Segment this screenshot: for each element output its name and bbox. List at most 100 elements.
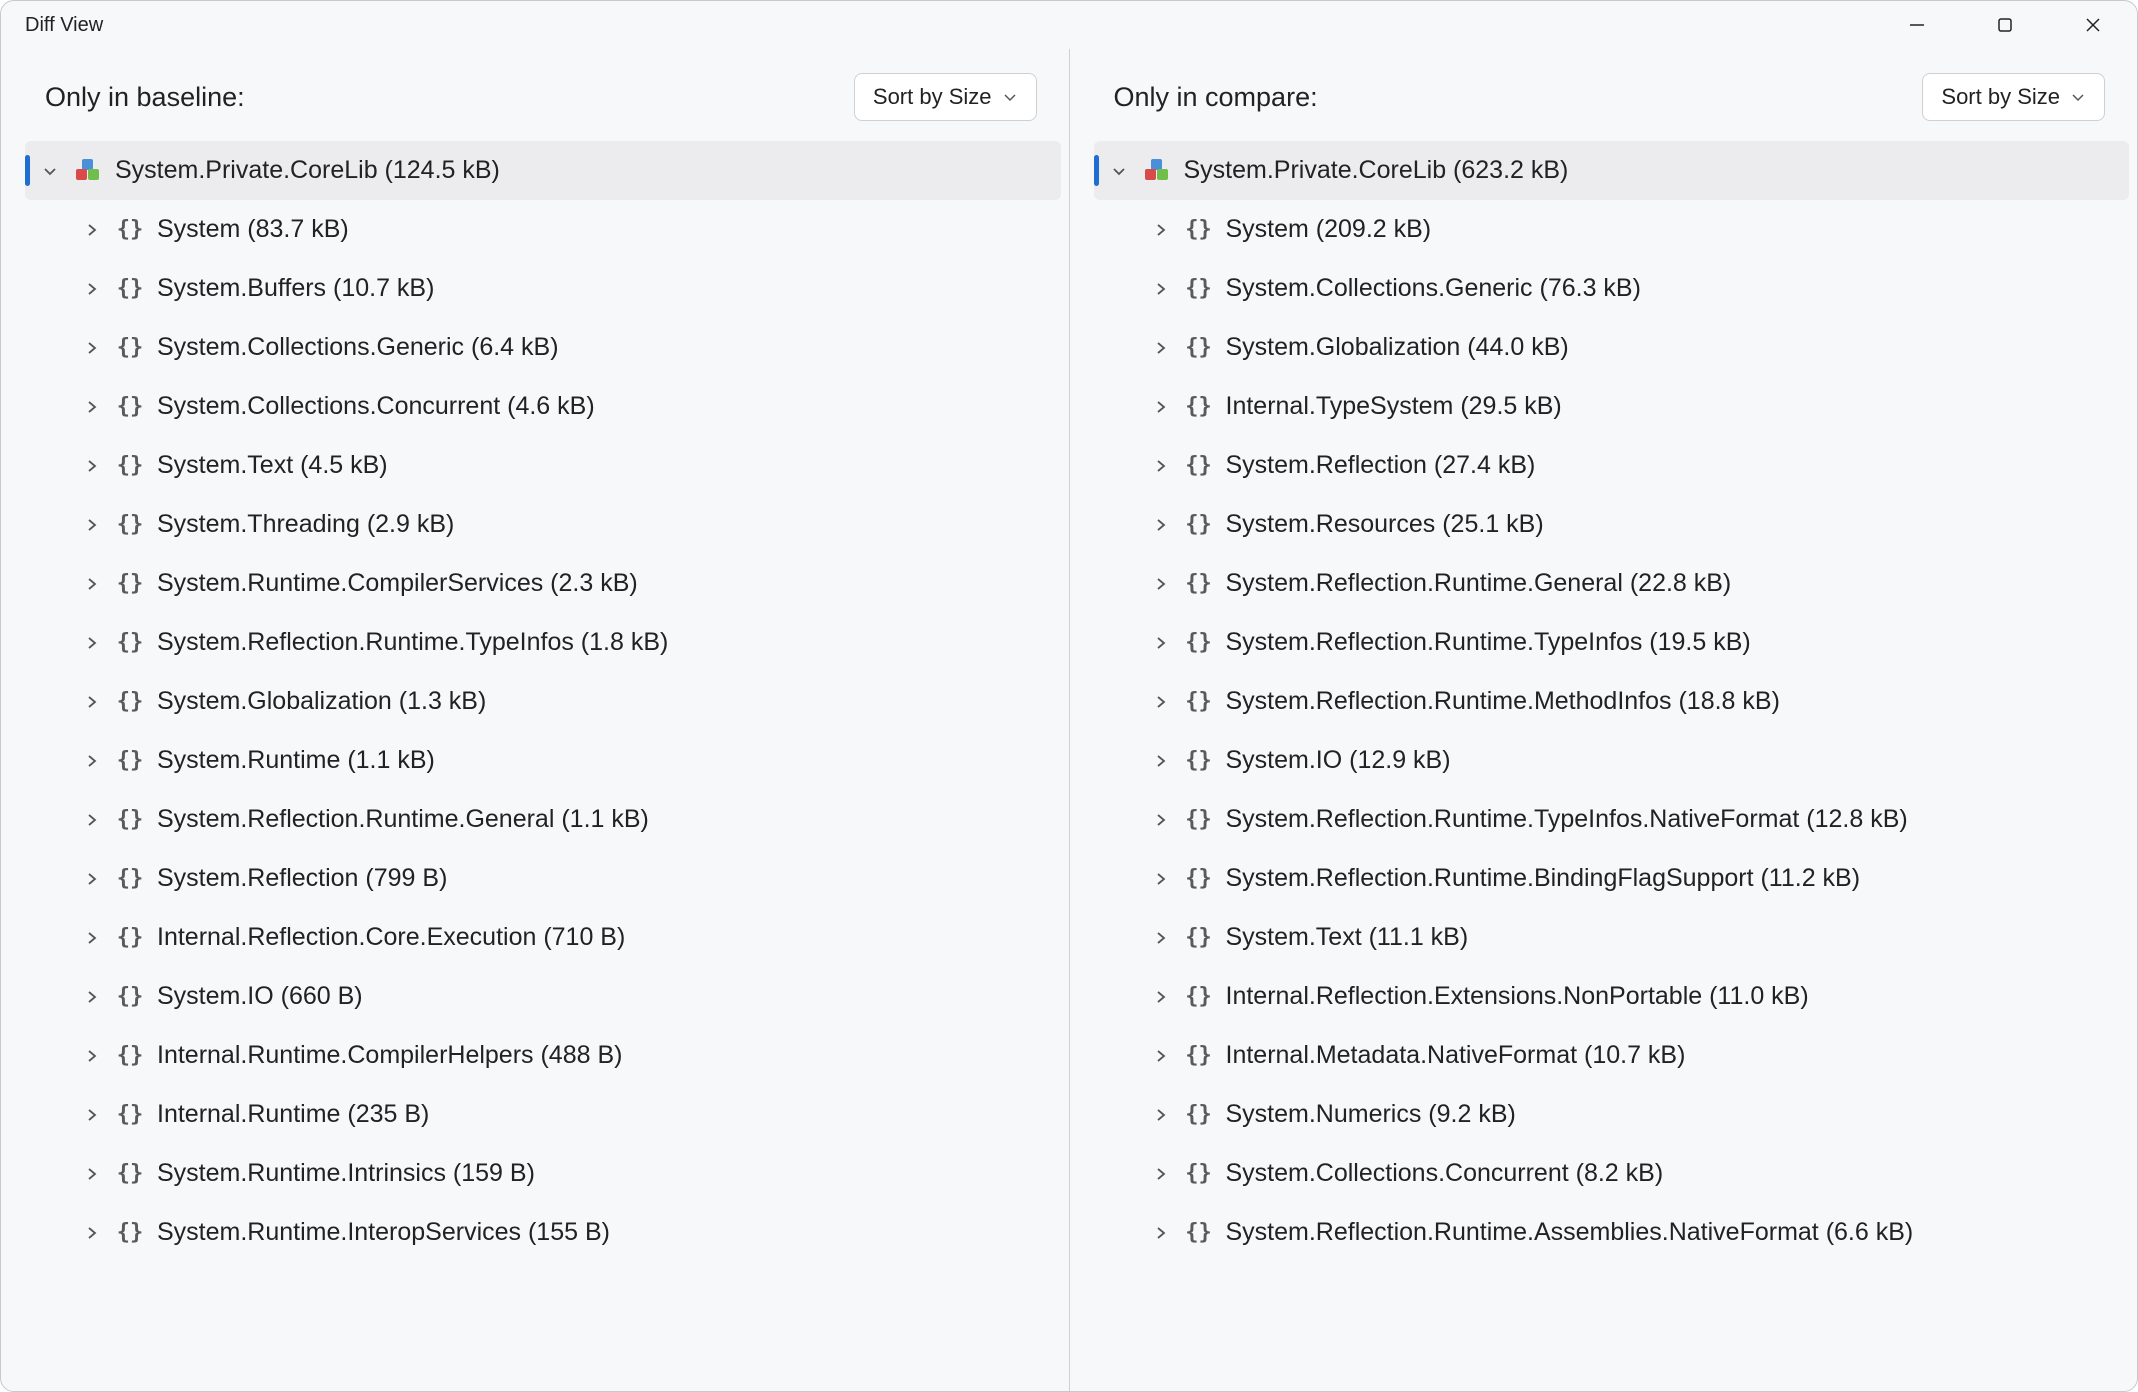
tree-row[interactable]: {}System.Reflection (27.4 kB) (1094, 436, 2130, 495)
chevron-right-icon[interactable] (1148, 634, 1174, 652)
sort-button-baseline[interactable]: Sort by Size (854, 73, 1037, 121)
chevron-right-icon[interactable] (1148, 811, 1174, 829)
tree-root-row[interactable]: System.Private.CoreLib (623.2 kB) (1094, 141, 2130, 200)
chevron-right-icon[interactable] (1148, 1165, 1174, 1183)
tree-row[interactable]: {}System.Collections.Generic (76.3 kB) (1094, 259, 2130, 318)
tree-row[interactable]: {}System.IO (12.9 kB) (1094, 731, 2130, 790)
namespace-icon: {} (115, 335, 145, 360)
tree-row[interactable]: {}System.Reflection (799 B) (25, 849, 1061, 908)
chevron-right-icon[interactable] (79, 575, 105, 593)
chevron-right-icon[interactable] (1148, 339, 1174, 357)
tree-row-label: System.Reflection.Runtime.MethodInfos (1… (1226, 687, 1780, 716)
chevron-right-icon[interactable] (1148, 457, 1174, 475)
chevron-right-icon[interactable] (79, 693, 105, 711)
tree-row-label: System.Collections.Concurrent (4.6 kB) (157, 392, 595, 421)
tree-row[interactable]: {}System.Globalization (44.0 kB) (1094, 318, 2130, 377)
tree-row[interactable]: {}Internal.Reflection.Extensions.NonPort… (1094, 967, 2130, 1026)
maximize-button[interactable] (1961, 1, 2049, 49)
tree-row[interactable]: {}System (83.7 kB) (25, 200, 1061, 259)
app-window: Diff View Only in baseline: Sort by Size (0, 0, 2138, 1392)
tree-row[interactable]: {}System.Collections.Generic (6.4 kB) (25, 318, 1061, 377)
chevron-right-icon[interactable] (79, 1106, 105, 1124)
chevron-right-icon[interactable] (1148, 752, 1174, 770)
namespace-icon: {} (115, 630, 145, 655)
tree-row[interactable]: {}Internal.Reflection.Core.Execution (71… (25, 908, 1061, 967)
chevron-right-icon[interactable] (79, 280, 105, 298)
tree-row-label: System.Resources (25.1 kB) (1226, 510, 1544, 539)
namespace-icon: {} (1184, 984, 1214, 1009)
chevron-right-icon[interactable] (1148, 693, 1174, 711)
tree-row[interactable]: {}System.Reflection.Runtime.Assemblies.N… (1094, 1203, 2130, 1262)
tree-row[interactable]: {}System.Runtime.InteropServices (155 B) (25, 1203, 1061, 1262)
namespace-icon: {} (115, 512, 145, 537)
chevron-right-icon[interactable] (1148, 221, 1174, 239)
close-button[interactable] (2049, 1, 2137, 49)
tree-row[interactable]: {}System.Numerics (9.2 kB) (1094, 1085, 2130, 1144)
namespace-icon: {} (115, 984, 145, 1009)
tree-row[interactable]: {}System.Runtime.CompilerServices (2.3 k… (25, 554, 1061, 613)
namespace-icon: {} (115, 276, 145, 301)
chevron-down-icon[interactable] (37, 162, 63, 180)
minimize-button[interactable] (1873, 1, 1961, 49)
tree-row[interactable]: {}System.Reflection.Runtime.TypeInfos.Na… (1094, 790, 2130, 849)
tree-row[interactable]: {}System.Reflection.Runtime.TypeInfos (1… (1094, 613, 2130, 672)
tree-row[interactable]: {}Internal.Runtime (235 B) (25, 1085, 1061, 1144)
tree-row[interactable]: {}System.Text (4.5 kB) (25, 436, 1061, 495)
tree-row[interactable]: {}System.Reflection.Runtime.General (1.1… (25, 790, 1061, 849)
tree-root-row[interactable]: System.Private.CoreLib (124.5 kB) (25, 141, 1061, 200)
chevron-right-icon[interactable] (79, 752, 105, 770)
chevron-right-icon[interactable] (79, 516, 105, 534)
chevron-right-icon[interactable] (79, 339, 105, 357)
tree-row[interactable]: {}Internal.Runtime.CompilerHelpers (488 … (25, 1026, 1061, 1085)
tree-row[interactable]: {}System.Buffers (10.7 kB) (25, 259, 1061, 318)
minimize-icon (1908, 16, 1926, 34)
chevron-right-icon[interactable] (1148, 575, 1174, 593)
tree-row-label: System.Threading (2.9 kB) (157, 510, 454, 539)
chevron-right-icon[interactable] (1148, 398, 1174, 416)
chevron-right-icon[interactable] (79, 1165, 105, 1183)
namespace-icon: {} (1184, 571, 1214, 596)
tree-row[interactable]: {}System.IO (660 B) (25, 967, 1061, 1026)
chevron-right-icon[interactable] (79, 929, 105, 947)
tree-row[interactable]: {}System.Globalization (1.3 kB) (25, 672, 1061, 731)
chevron-right-icon[interactable] (1148, 1106, 1174, 1124)
chevron-right-icon[interactable] (79, 1224, 105, 1242)
chevron-right-icon[interactable] (1148, 929, 1174, 947)
window-controls (1873, 1, 2137, 49)
tree-row[interactable]: {}System (209.2 kB) (1094, 200, 2130, 259)
tree-row[interactable]: {}System.Collections.Concurrent (8.2 kB) (1094, 1144, 2130, 1203)
chevron-right-icon[interactable] (79, 398, 105, 416)
tree-row[interactable]: {}System.Runtime (1.1 kB) (25, 731, 1061, 790)
tree-row[interactable]: {}System.Reflection.Runtime.BindingFlagS… (1094, 849, 2130, 908)
chevron-right-icon[interactable] (1148, 516, 1174, 534)
chevron-right-icon[interactable] (79, 870, 105, 888)
tree-compare[interactable]: System.Private.CoreLib (623.2 kB){}Syste… (1070, 141, 2138, 1391)
chevron-right-icon[interactable] (1148, 280, 1174, 298)
chevron-right-icon[interactable] (1148, 1224, 1174, 1242)
chevron-right-icon[interactable] (79, 634, 105, 652)
chevron-right-icon[interactable] (79, 457, 105, 475)
tree-baseline[interactable]: System.Private.CoreLib (124.5 kB){}Syste… (1, 141, 1069, 1391)
tree-row[interactable]: {}Internal.TypeSystem (29.5 kB) (1094, 377, 2130, 436)
tree-row[interactable]: {}System.Resources (25.1 kB) (1094, 495, 2130, 554)
tree-row[interactable]: {}System.Runtime.Intrinsics (159 B) (25, 1144, 1061, 1203)
sort-button-compare[interactable]: Sort by Size (1922, 73, 2105, 121)
tree-row[interactable]: {}System.Reflection.Runtime.General (22.… (1094, 554, 2130, 613)
chevron-right-icon[interactable] (1148, 870, 1174, 888)
pane-header: Only in baseline: Sort by Size (1, 73, 1069, 141)
tree-row-label: System.Reflection.Runtime.Assemblies.Nat… (1226, 1218, 1914, 1247)
chevron-down-icon[interactable] (1106, 162, 1132, 180)
chevron-right-icon[interactable] (79, 1047, 105, 1065)
chevron-right-icon[interactable] (1148, 988, 1174, 1006)
tree-row[interactable]: {} System.Threading (2.9 kB) (25, 495, 1061, 554)
chevron-right-icon[interactable] (79, 221, 105, 239)
tree-row[interactable]: {}System.Collections.Concurrent (4.6 kB) (25, 377, 1061, 436)
tree-row-label: System.Runtime.CompilerServices (2.3 kB) (157, 569, 638, 598)
tree-row[interactable]: {}System.Text (11.1 kB) (1094, 908, 2130, 967)
chevron-right-icon[interactable] (79, 988, 105, 1006)
tree-row[interactable]: {}System.Reflection.Runtime.MethodInfos … (1094, 672, 2130, 731)
chevron-right-icon[interactable] (79, 811, 105, 829)
tree-row[interactable]: {}Internal.Metadata.NativeFormat (10.7 k… (1094, 1026, 2130, 1085)
tree-row[interactable]: {}System.Reflection.Runtime.TypeInfos (1… (25, 613, 1061, 672)
chevron-right-icon[interactable] (1148, 1047, 1174, 1065)
